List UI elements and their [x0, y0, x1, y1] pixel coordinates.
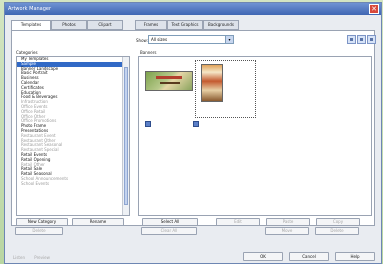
- banner-thumbnail-1[interactable]: [145, 71, 193, 91]
- show-label: Show:: [136, 38, 148, 43]
- move-button[interactable]: Move: [265, 227, 309, 235]
- preview-link[interactable]: Preview: [34, 255, 50, 260]
- tab-backgrounds[interactable]: Backgrounds: [203, 20, 239, 30]
- cancel-button[interactable]: Cancel: [289, 252, 329, 261]
- panel-button-row: New Category Rename Select All Edit Past…: [16, 218, 372, 226]
- category-scrollbar[interactable]: [122, 57, 129, 215]
- thumbnail-checkbox-1[interactable]: [145, 121, 151, 127]
- title-bar: Artwork Manager ✕: [5, 3, 381, 15]
- size-filter-value: All sizes: [151, 37, 168, 42]
- tab-photos[interactable]: Photos: [51, 20, 87, 30]
- dialog-button-row: OK Cancel Help: [5, 252, 381, 262]
- tab-frames[interactable]: Frames: [135, 20, 167, 30]
- category-list[interactable]: My Templates Sample Banner Landscape Basic …: [16, 56, 130, 216]
- small-icons-view-icon[interactable]: [357, 35, 366, 44]
- templates-panel: Show: All sizes ▾ Categories My Template…: [11, 30, 376, 226]
- delete-category-button[interactable]: Delete: [15, 227, 63, 235]
- thumbnail-checkbox-2[interactable]: [193, 121, 199, 127]
- delete-button[interactable]: Delete: [315, 227, 359, 235]
- paste-button[interactable]: Paste: [266, 218, 310, 226]
- help-button[interactable]: Help: [335, 252, 375, 261]
- tab-text-graphics[interactable]: Text Graphics: [167, 20, 203, 30]
- list-view-icon[interactable]: [367, 35, 376, 44]
- clear-all-button[interactable]: Clear All: [141, 227, 197, 235]
- listen-link[interactable]: Listen: [13, 255, 25, 260]
- chevron-down-icon: ▾: [225, 36, 233, 43]
- size-filter-dropdown[interactable]: All sizes ▾: [148, 35, 234, 44]
- copy-button[interactable]: Copy: [316, 218, 360, 226]
- select-all-button[interactable]: Select All: [142, 218, 198, 226]
- action-button-row: Delete Clear All Move Delete: [15, 227, 375, 236]
- scroll-thumb[interactable]: [124, 67, 128, 205]
- footer-links: Listen Preview: [13, 255, 50, 260]
- artwork-manager-window: Artwork Manager ✕ Templates Photos Clipa…: [4, 2, 382, 264]
- tab-clipart[interactable]: Clipart: [87, 20, 123, 30]
- window-title: Artwork Manager: [8, 6, 52, 12]
- new-category-button[interactable]: New Category: [16, 218, 68, 226]
- banner-thumbnail-2[interactable]: [201, 64, 223, 102]
- rename-button[interactable]: Rename: [72, 218, 124, 226]
- edit-button[interactable]: Edit: [216, 218, 260, 226]
- thumbnails-label: Banners: [140, 50, 157, 55]
- close-icon[interactable]: ✕: [369, 4, 379, 14]
- ok-button[interactable]: OK: [243, 252, 283, 261]
- category-item[interactable]: School Events: [17, 181, 129, 187]
- large-icons-view-icon[interactable]: [347, 35, 356, 44]
- thumbnail-area[interactable]: [138, 56, 372, 216]
- categories-label: Categories: [16, 50, 38, 55]
